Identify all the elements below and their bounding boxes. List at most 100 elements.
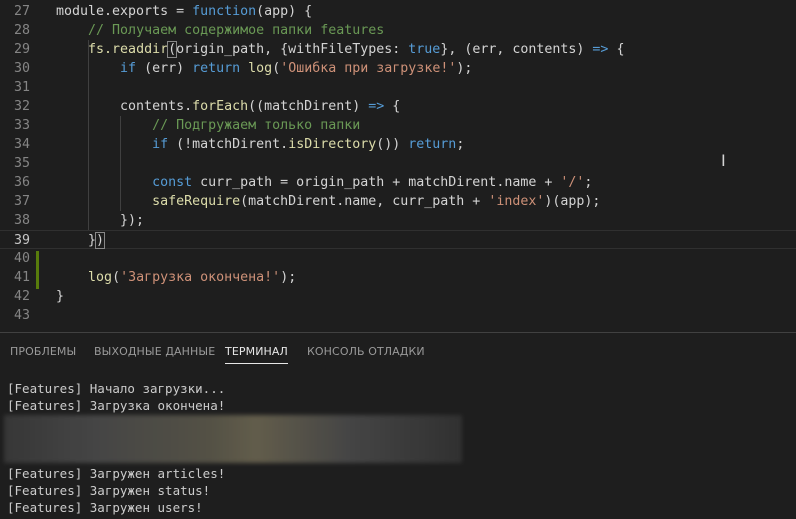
line-number: 43 [13,308,30,323]
code-token: function [192,4,257,19]
code-token: ( [167,41,178,58]
code-line[interactable]: 40 [0,249,796,268]
code-line[interactable]: 32 contents.forEach((matchDirent) => { [0,97,796,116]
code-token: // Подгружаем только папки [152,118,361,133]
code-line[interactable]: 38 }); [0,211,796,230]
code-line[interactable]: 41 log('Загрузка окончена!'); [0,268,796,287]
code-text: // Получаем содержимое папки features [56,21,384,40]
code-text: } [56,287,64,306]
code-token: if [120,61,137,76]
code-editor[interactable]: 27 module.exports = function(app) { 28 // … [0,0,796,332]
tab-debug-console[interactable]: КОНСОЛЬ ОТЛАДКИ [307,345,425,363]
code-text: }); [56,211,144,230]
terminal-line: [Features] Начало загрузки... [7,381,226,396]
code-token: } [56,233,97,248]
code-text: if (err) return log('Ошибка при загрузке… [56,59,472,78]
code-line[interactable]: 27 module.exports = function(app) { [0,2,796,21]
code-token: => [592,42,609,57]
code-text: // Подгружаем только папки [56,116,360,135]
code-token: forEach [192,99,249,114]
code-line[interactable]: 42} [0,287,796,306]
code-token: => [368,99,385,114]
gutter-modified-marker [36,251,39,289]
code-line[interactable]: 31 [0,78,796,97]
line-number: 37 [13,194,30,209]
code-token: ; [584,175,593,190]
code-text: const curr_path = origin_path + matchDir… [56,173,592,192]
code-token: (err) [136,61,193,76]
code-line[interactable]: 29 fs.readdir(origin_path, {withFileType… [0,40,796,59]
indent-guide [120,116,121,211]
code-token: module.exports = [56,4,193,19]
code-token: { [384,99,401,114]
terminal-line: [Features] Загрузка окончена! [7,398,226,413]
code-text: contents.forEach((matchDirent) => { [56,97,400,116]
code-token: 'Ошибка при загрузке!' [280,61,457,76]
code-token: ()) [376,137,409,152]
line-number: 42 [13,289,30,304]
code-text: fs.readdir(origin_path, {withFileTypes: … [56,40,624,59]
redacted-region [4,415,462,463]
code-token: fs.readdir [88,42,169,57]
line-number: 35 [13,156,30,171]
line-number: 36 [13,175,30,190]
code-token: return [408,137,457,152]
line-number: 32 [13,99,30,114]
code-token: contents. [56,99,193,114]
indent-guide [88,40,89,230]
code-token: 'index' [488,194,545,209]
code-text: if (!matchDirent.isDirectory()) return; [56,135,464,154]
code-token: (matchDirent.name, curr_path + [240,194,489,209]
code-token: log [88,270,113,285]
line-number: 39 [13,233,30,248]
line-number: 31 [13,80,30,95]
code-token: '/' [560,175,585,190]
code-token: ; [456,137,465,152]
code-token: (!matchDirent. [168,137,289,152]
line-number: 27 [13,4,30,19]
code-token: )(app); [544,194,601,209]
terminal-line: [Features] Загружен articles! [7,466,226,481]
code-text: log('Загрузка окончена!'); [56,268,296,287]
i-beam-cursor-icon: I [721,151,726,170]
line-number: 28 [13,23,30,38]
tab-problems[interactable]: ПРОБЛЕМЫ [10,345,76,363]
code-token: curr_path = origin_path + matchDirent.na… [192,175,561,190]
code-line[interactable]: 43 [0,306,796,325]
tab-terminal[interactable]: ТЕРМИНАЛ [225,345,288,364]
code-token: 'Загрузка окончена!' [120,270,281,285]
line-number: 38 [13,213,30,228]
code-text: safeRequire(matchDirent.name, curr_path … [56,192,600,211]
panel-tabs: ПРОБЛЕМЫ ВЫХОДНЫЕ ДАННЫЕ ТЕРМИНАЛ КОНСОЛ… [0,333,796,369]
code-token: ( [112,270,121,285]
code-line[interactable]: 30 if (err) return log('Ошибка при загру… [0,59,796,78]
line-number: 41 [13,270,30,285]
code-line[interactable]: 28 // Получаем содержимое папки features [0,21,796,40]
code-token: const [152,175,193,190]
code-token: }, (err, contents) [440,42,593,57]
code-token: return [192,61,241,76]
code-token: log [248,61,273,76]
code-token: if [152,137,169,152]
code-text: }) [56,231,106,250]
code-token: }); [56,213,145,228]
code-token: (app) { [256,4,313,19]
code-line[interactable]: 39 }) [0,230,796,249]
line-number: 34 [13,137,30,152]
tab-output[interactable]: ВЫХОДНЫЕ ДАННЫЕ [94,345,215,363]
code-token: safeRequire [152,194,241,209]
code-token: origin_path, {withFileTypes: [176,42,409,57]
code-token: isDirectory [288,137,377,152]
code-token: ); [456,61,473,76]
line-number: 33 [13,118,30,133]
terminal-line: [Features] Загружен users! [7,500,203,515]
code-token: { [608,42,625,57]
line-number: 29 [13,42,30,57]
code-token: // Получаем содержимое папки features [88,23,385,38]
